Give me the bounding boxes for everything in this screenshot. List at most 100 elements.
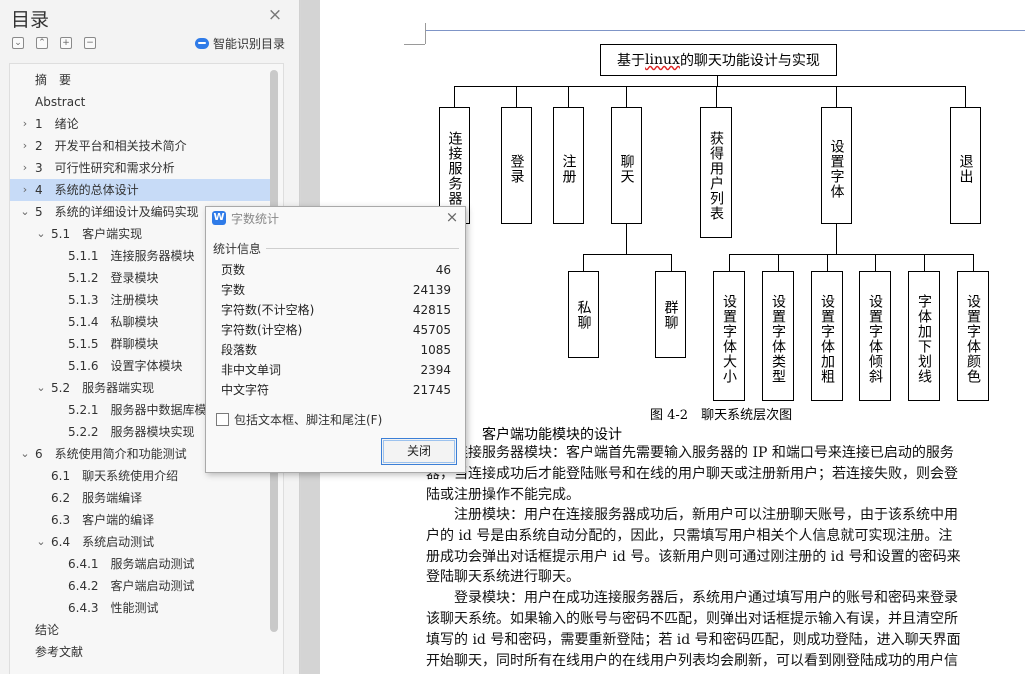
add-heading-icon[interactable]: + [60,37,72,49]
expand-arrow-icon[interactable]: › [19,179,31,201]
toc-item-label: 6 系统使用简介和功能测试 [35,447,187,461]
stat-value: 46 [435,263,451,277]
connector [671,254,672,271]
toc-item-label: 5.1.2 登录模块 [68,271,159,285]
toc-item-label: 4 系统的总体设计 [35,183,139,197]
paragraph-line: 连接服务器模块：客户端首先需要输入服务器的 IP 和端口号来连接已启动的服务 [454,445,954,461]
diagram-node-font-size: 设置字体大小 [713,271,745,401]
root-prefix: 基于 [617,53,646,69]
diagram-node-register: 注册 [553,107,584,224]
connector [717,76,718,86]
toc-item-label: Abstract [35,95,86,109]
close-button[interactable]: 关闭 [381,438,457,465]
stat-label: 非中文单词 [221,363,282,377]
toc-item-label: 摘 要 [35,73,72,87]
connector [626,86,627,107]
stat-row-pages: 页数 46 [221,260,451,280]
toc-close-icon[interactable]: × [266,6,284,24]
connector [716,86,717,107]
paragraph-line: 陆或注册操作不能完成。 [426,487,580,503]
toc-item-abstract-en[interactable]: Abstract [10,91,272,113]
toc-item-label: 6.2 服务端编译 [51,491,143,505]
smart-toc-label: 智能识别目录 [213,37,286,51]
paragraph-line: 登陆聊天系统进行聊天。 [426,569,580,585]
stat-label: 字符数(不计空格) [221,303,315,317]
stat-row-non-chinese-words: 非中文单词 2394 [221,360,451,380]
toc-item-1[interactable]: › 1 绪论 [10,113,272,135]
toc-item-3[interactable]: › 3 可行性研究和需求分析 [10,157,272,179]
toc-item-2[interactable]: › 2 开发平台和相关技术简介 [10,135,272,157]
smart-toc-button[interactable]: 智能识别目录 [195,35,285,53]
toc-item-6-4-1[interactable]: 6.4.1 服务端启动测试 [10,553,272,575]
header-rule [426,30,1025,31]
paragraph-line: 器，当连接成功后才能登陆账号和在线的用户聊天或注册新用户；若连接失败，则会登 [426,466,958,482]
toc-item-label: 6.4.3 性能测试 [68,601,159,615]
collapse-all-icon[interactable]: ⌄ [12,37,24,49]
paragraph-line: 开始聊天，同时所有在线用户的在线用户列表均会刷新，可以看到刚登陆成功的用户信 [426,653,958,669]
toc-item-label: 3 可行性研究和需求分析 [35,161,175,175]
margin-mark [404,44,425,45]
toc-item-label: 结论 [35,623,60,637]
toc-title: 目录 [11,9,50,31]
stat-row-chinese-chars: 中文字符 21745 [221,380,451,400]
paragraph-line: 册成功会弹出对话框提示用户 id 号。该新用户则可通过刚注册的 id 号和设置的… [426,549,961,565]
toc-item-references[interactable]: 参考文献 [10,641,272,663]
connector [454,86,965,87]
toc-item-label: 6.1 聊天系统使用介绍 [51,469,179,483]
connector [827,254,828,271]
toc-item-6-4-2[interactable]: 6.4.2 客户端启动测试 [10,575,272,597]
include-textbox-label[interactable]: 包括文本框、脚注和尾注(F) [234,411,382,428]
collapse-arrow-icon[interactable]: ⌄ [19,201,31,223]
collapse-arrow-icon[interactable]: ⌄ [35,531,47,553]
collapse-arrow-icon[interactable]: ⌄ [35,377,47,399]
expand-all-icon[interactable]: ⌃ [36,37,48,49]
stat-value: 21745 [412,383,451,397]
toc-item-6-3[interactable]: 6.3 客户端的编译 [10,509,272,531]
toc-item-6-4[interactable]: ⌄ 6.4 系统启动测试 [10,531,272,553]
toc-item-label: 2 开发平台和相关技术简介 [35,139,187,153]
connector [626,224,627,254]
connector [729,254,973,255]
diagram-node-exit: 退出 [950,107,981,224]
paragraph-line: 注册模块：用户在连接服务器成功后，新用户可以注册聊天账号，由于该系统中用 [426,507,958,523]
stat-label: 字符数(计空格) [221,323,303,337]
expand-arrow-icon[interactable]: › [19,135,31,157]
toc-item-label: 5.1.4 私聊模块 [68,315,159,329]
toc-item-6-2[interactable]: 6.2 服务端编译 [10,487,272,509]
toc-item-label: 5.2.1 服务器中数据库模块 [68,403,219,417]
diagram-node-set-font: 设置字体 [821,107,852,224]
figure-caption: 图 4-2 聊天系统层次图 [650,408,793,423]
connector [729,254,730,271]
stat-value: 42815 [412,303,451,317]
paragraph-line: 登录模块：用户在成功连接服务器后，系统用户通过填写用户的账号和密码来登录 [426,590,958,606]
collapse-arrow-icon[interactable]: ⌄ [35,223,47,245]
paragraph-line: 该聊天系统。如果输入的账号与密码不匹配，则弹出对话框提示输入有误，并且清空所 [426,611,958,627]
toc-item-6-4-3[interactable]: 6.4.3 性能测试 [10,597,272,619]
remove-heading-icon[interactable]: − [84,37,96,49]
group-divider [266,248,459,249]
toc-item-label: 6.4.1 服务端启动测试 [68,557,195,571]
dialog-title: 字数统计 [231,212,280,226]
margin-mark [425,23,426,44]
word-count-dialog: W 字数统计 × 统计信息 页数 46 字数 24139 字符数(不计空格) 4281… [205,206,466,473]
toc-item-label: 5.2 服务器端实现 [51,381,155,395]
connector [875,254,876,271]
collapse-arrow-icon[interactable]: ⌄ [19,443,31,465]
expand-arrow-icon[interactable]: › [19,113,31,135]
toc-item-label: 5 系统的详细设计及编码实现 [35,205,199,219]
diagram-node-font-color: 设置字体颜色 [957,271,989,401]
expand-arrow-icon[interactable]: › [19,157,31,179]
diagram-node-private-chat: 私聊 [568,271,599,358]
include-textbox-checkbox[interactable] [216,413,229,426]
stat-label: 中文字符 [221,383,270,397]
toc-item-abstract-cn[interactable]: 摘 要 [10,69,272,91]
diagram-node-user-list: 获得用户列表 [700,107,732,238]
toc-item-4[interactable]: › 4 系统的总体设计 [10,179,272,201]
dialog-close-icon[interactable]: × [444,209,460,225]
stat-row-words: 字数 24139 [221,280,451,300]
toc-item-conclusion[interactable]: 结论 [10,619,272,641]
toc-item-label: 5.1.5 群聊模块 [68,337,159,351]
diagram-node-font-italic: 设置字体倾斜 [859,271,891,401]
stats-group-label: 统计信息 [213,242,262,256]
toc-item-label: 1 绪论 [35,117,79,131]
